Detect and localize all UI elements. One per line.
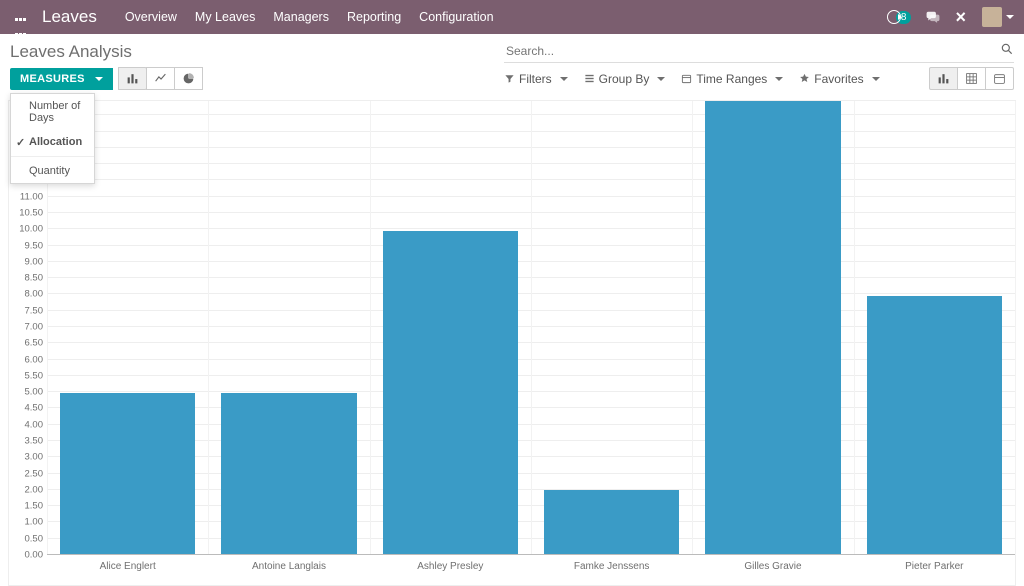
y-tick: 8.50	[9, 273, 43, 284]
chart: 0.00 0.50 1.00 1.50 2.00 2.50 3.00 3.50 4.00 4.50…	[8, 100, 1016, 586]
close-icon[interactable]: ×	[955, 7, 966, 28]
group-by-option[interactable]: Group By	[584, 72, 666, 86]
y-tick: 1.00	[9, 517, 43, 528]
measure-label: Allocation	[29, 136, 82, 148]
measures-dropdown: Number of Days ✓ Allocation Quantity	[10, 93, 95, 184]
menu-reporting[interactable]: Reporting	[347, 10, 401, 24]
view-pivot-button[interactable]	[957, 67, 986, 90]
dropdown-separator	[11, 156, 94, 157]
x-label: Famke Jenssens	[531, 555, 692, 585]
favorites-label: Favorites	[814, 72, 863, 86]
bar[interactable]	[221, 393, 357, 555]
x-label: Alice Englert	[47, 555, 208, 585]
y-tick: 1.50	[9, 501, 43, 512]
gridline-v	[1015, 101, 1016, 555]
y-tick: 9.50	[9, 240, 43, 251]
x-label: Gilles Gravie	[692, 555, 853, 585]
measure-label: Number of Days	[29, 100, 80, 124]
time-ranges-option[interactable]: Time Ranges	[681, 72, 783, 86]
y-tick: 3.00	[9, 452, 43, 463]
x-axis: Alice EnglertAntoine LanglaisAshley Pres…	[47, 555, 1015, 585]
measure-quantity[interactable]: Quantity	[11, 159, 94, 183]
bar[interactable]	[705, 101, 841, 555]
y-tick: 4.50	[9, 403, 43, 414]
measure-number-of-days[interactable]: Number of Days	[11, 94, 94, 130]
bar-slot	[208, 101, 369, 555]
measure-label: Quantity	[29, 165, 70, 177]
measure-allocation[interactable]: ✓ Allocation	[11, 130, 94, 154]
y-tick: 7.50	[9, 305, 43, 316]
y-tick: 2.50	[9, 468, 43, 479]
page-title: Leaves Analysis	[10, 40, 132, 62]
activity-icon[interactable]: 8	[887, 10, 912, 24]
y-tick: 3.50	[9, 436, 43, 447]
search-options: Filters Group By Time Ranges Favorites	[504, 72, 880, 86]
bar-slot	[854, 101, 1015, 555]
y-tick: 4.00	[9, 419, 43, 430]
bar-slot	[370, 101, 531, 555]
filters-option[interactable]: Filters	[504, 72, 568, 86]
y-tick: 2.00	[9, 484, 43, 495]
menu-overview[interactable]: Overview	[125, 10, 177, 24]
y-tick: 9.00	[9, 256, 43, 267]
chart-bar-button[interactable]	[118, 67, 147, 90]
bar[interactable]	[544, 490, 680, 555]
measures-button[interactable]: MEASURES	[10, 68, 113, 90]
y-tick: 10.50	[9, 208, 43, 219]
x-label: Ashley Presley	[370, 555, 531, 585]
bar-slot	[531, 101, 692, 555]
y-tick: 5.50	[9, 370, 43, 381]
y-tick: 6.00	[9, 354, 43, 365]
y-tick: 6.50	[9, 338, 43, 349]
app-brand: Leaves	[42, 7, 97, 27]
bar[interactable]	[867, 296, 1003, 555]
user-menu[interactable]	[980, 7, 1014, 27]
bar-slot	[692, 101, 853, 555]
filters-label: Filters	[519, 72, 552, 86]
y-tick: 0.00	[9, 550, 43, 561]
search-icon[interactable]	[1000, 42, 1014, 59]
y-tick: 7.00	[9, 322, 43, 333]
apps-icon[interactable]	[14, 9, 30, 25]
search-container	[504, 40, 1014, 63]
view-calendar-button[interactable]	[985, 67, 1014, 90]
chat-icon[interactable]	[925, 10, 941, 24]
chart-bars	[47, 101, 1015, 555]
avatar	[982, 7, 1002, 27]
view-graph-button[interactable]	[929, 67, 958, 90]
y-tick: 10.00	[9, 224, 43, 235]
main-menu: Overview My Leaves Managers Reporting Co…	[125, 10, 494, 24]
chart-line-button[interactable]	[146, 67, 175, 90]
x-label: Pieter Parker	[854, 555, 1015, 585]
search-input[interactable]	[504, 40, 1014, 63]
y-tick: 0.50	[9, 533, 43, 544]
y-tick: 8.00	[9, 289, 43, 300]
favorites-option[interactable]: Favorites	[799, 72, 879, 86]
menu-configuration[interactable]: Configuration	[419, 10, 493, 24]
measures-label: MEASURES	[20, 73, 85, 85]
bar[interactable]	[383, 231, 519, 555]
bar[interactable]	[60, 393, 196, 555]
time-ranges-label: Time Ranges	[696, 72, 767, 86]
y-tick: 5.00	[9, 387, 43, 398]
chart-pie-button[interactable]	[174, 67, 203, 90]
menu-managers[interactable]: Managers	[273, 10, 329, 24]
group-by-label: Group By	[599, 72, 650, 86]
x-label: Antoine Langlais	[208, 555, 369, 585]
y-tick: 11.00	[9, 191, 43, 202]
check-icon: ✓	[16, 136, 25, 149]
menu-my-leaves[interactable]: My Leaves	[195, 10, 255, 24]
